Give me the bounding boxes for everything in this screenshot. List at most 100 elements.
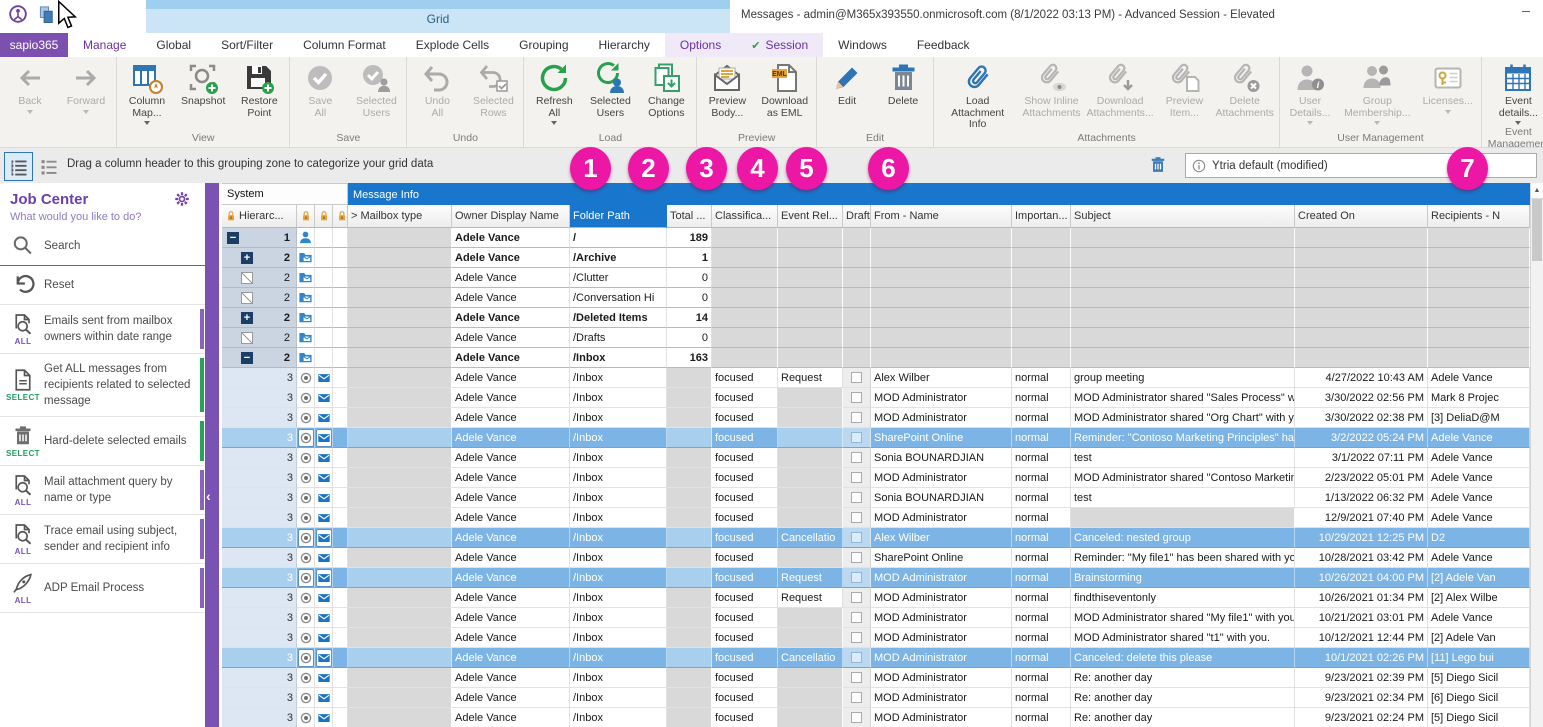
column-header-hier[interactable]: Hierarc... bbox=[222, 205, 297, 228]
message-row[interactable]: 3Adele Vance/InboxfocusedSonia BOUNARDJI… bbox=[222, 488, 1530, 508]
app-logo-icon[interactable] bbox=[8, 4, 28, 31]
column-header-icon1[interactable] bbox=[297, 205, 315, 228]
expand-icon[interactable]: + bbox=[241, 252, 253, 264]
delete-button[interactable]: Delete bbox=[875, 57, 931, 108]
column-header-event[interactable]: Event Rel... bbox=[778, 205, 843, 228]
message-row-selected[interactable]: 3Adele Vance/InboxfocusedCancellatioMOD … bbox=[222, 648, 1530, 668]
draft-checkbox[interactable] bbox=[851, 492, 862, 503]
grouping-view-toggle-tree[interactable] bbox=[4, 152, 33, 181]
tab-global[interactable]: Global bbox=[141, 33, 206, 57]
tab-sapio365[interactable]: sapio365 bbox=[0, 33, 68, 57]
sidebar-item-reset[interactable]: Reset bbox=[0, 266, 205, 305]
sidebar-item-search[interactable]: Search bbox=[0, 227, 205, 266]
sidebar-item-adp-email-process[interactable]: ALLADP Email Process bbox=[0, 564, 205, 613]
copy-icon[interactable] bbox=[36, 4, 56, 31]
message-row[interactable]: 3Adele Vance/InboxfocusedMOD Administrat… bbox=[222, 688, 1530, 708]
message-row-selected[interactable]: 3Adele Vance/InboxfocusedCancellatioAlex… bbox=[222, 528, 1530, 548]
tab-sort-filter[interactable]: Sort/Filter bbox=[206, 33, 288, 57]
column-header-class[interactable]: Classifica... bbox=[712, 205, 778, 228]
grouping-view-toggle-list[interactable] bbox=[34, 152, 63, 181]
draft-checkbox[interactable] bbox=[851, 392, 862, 403]
tab-options[interactable]: Options bbox=[665, 33, 736, 57]
message-row[interactable]: 3Adele Vance/InboxfocusedRequestMOD Admi… bbox=[222, 588, 1530, 608]
draft-checkbox[interactable] bbox=[851, 552, 862, 563]
draft-checkbox[interactable] bbox=[851, 592, 862, 603]
preview-body--button[interactable]: Preview Body... bbox=[699, 57, 755, 119]
message-row[interactable]: 3Adele Vance/InboxfocusedMOD Administrat… bbox=[222, 608, 1530, 628]
delete-view-icon[interactable] bbox=[1148, 155, 1170, 177]
draft-checkbox[interactable] bbox=[851, 712, 862, 723]
draft-checkbox[interactable] bbox=[851, 432, 862, 443]
draft-checkbox[interactable] bbox=[851, 672, 862, 683]
sidebar-item-get-all-messages-from-recipients-related[interactable]: SELECTGet ALL messages from recipients r… bbox=[0, 354, 205, 417]
column-header-draft[interactable]: Draft bbox=[843, 205, 871, 228]
tab-windows[interactable]: Windows bbox=[823, 33, 902, 57]
column-header-created[interactable]: Created On bbox=[1295, 205, 1428, 228]
load-attachment-info-button[interactable]: Load Attachment Info bbox=[936, 57, 1019, 131]
tab-manage[interactable]: Manage bbox=[68, 33, 141, 57]
sidebar-collapse-bar[interactable]: ‹ bbox=[205, 183, 219, 727]
draft-checkbox[interactable] bbox=[851, 692, 862, 703]
message-row[interactable]: 3Adele Vance/InboxfocusedRequestAlex Wil… bbox=[222, 368, 1530, 388]
hierarchy-row--Clutter[interactable]: 2Adele Vance/Clutter0 bbox=[222, 268, 1530, 288]
hierarchy-row--Conversation-Hi[interactable]: 2Adele Vance/Conversation Hi0 bbox=[222, 288, 1530, 308]
column-header-folder[interactable]: Folder Path bbox=[570, 205, 667, 228]
column-header-subject[interactable]: Subject bbox=[1071, 205, 1295, 228]
tab-feedback[interactable]: Feedback bbox=[902, 33, 985, 57]
message-row-selected[interactable]: 3Adele Vance/InboxfocusedRequestMOD Admi… bbox=[222, 568, 1530, 588]
column-header-icon2[interactable] bbox=[315, 205, 333, 228]
edit-button[interactable]: Edit bbox=[819, 57, 875, 108]
scrollbar-thumb[interactable] bbox=[1532, 199, 1542, 261]
sidebar-item-mail-attachment-query-by-name-or-type[interactable]: ALLMail attachment query by name or type bbox=[0, 466, 205, 515]
scroll-up-button[interactable]: ▲ bbox=[1531, 183, 1543, 199]
draft-checkbox[interactable] bbox=[851, 452, 862, 463]
message-row[interactable]: 3Adele Vance/InboxfocusedMOD Administrat… bbox=[222, 468, 1530, 488]
hierarchy-row--Deleted-Items[interactable]: +2Adele Vance/Deleted Items14 bbox=[222, 308, 1530, 328]
column-header-icon3[interactable] bbox=[333, 205, 348, 228]
column-header-owner[interactable]: Owner Display Name bbox=[452, 205, 570, 228]
sidebar-item-hard-delete-selected-emails[interactable]: SELECTHard-delete selected emails bbox=[0, 417, 205, 466]
draft-checkbox[interactable] bbox=[851, 512, 862, 523]
column-header-from[interactable]: From - Name bbox=[871, 205, 1012, 228]
column-header-mailbox[interactable]: > Mailbox type bbox=[348, 205, 452, 228]
draft-checkbox[interactable] bbox=[851, 472, 862, 483]
draft-checkbox[interactable] bbox=[851, 612, 862, 623]
message-row[interactable]: 3Adele Vance/InboxfocusedSonia BOUNARDJI… bbox=[222, 448, 1530, 468]
draft-checkbox[interactable] bbox=[851, 652, 862, 663]
message-row[interactable]: 3Adele Vance/InboxfocusedMOD Administrat… bbox=[222, 388, 1530, 408]
collapse-icon[interactable]: − bbox=[227, 232, 239, 244]
collapse-icon[interactable]: − bbox=[241, 352, 253, 364]
draft-checkbox[interactable] bbox=[851, 572, 862, 583]
column-header-recipients[interactable]: Recipients - N bbox=[1428, 205, 1530, 228]
tab-explode-cells[interactable]: Explode Cells bbox=[401, 33, 504, 57]
vertical-scrollbar[interactable]: ▲ bbox=[1530, 183, 1543, 727]
message-row-selected[interactable]: 3Adele Vance/InboxfocusedSharePoint Onli… bbox=[222, 428, 1530, 448]
tab-hierarchy[interactable]: Hierarchy bbox=[584, 33, 665, 57]
hierarchy-row--Archive[interactable]: +2Adele Vance/Archive1 bbox=[222, 248, 1530, 268]
restore-point-button[interactable]: Restore Point bbox=[231, 57, 287, 119]
expand-icon[interactable]: + bbox=[241, 312, 253, 324]
message-row[interactable]: 3Adele Vance/InboxfocusedMOD Administrat… bbox=[222, 668, 1530, 688]
hierarchy-row--Drafts[interactable]: 2Adele Vance/Drafts0 bbox=[222, 328, 1530, 348]
snapshot-button[interactable]: Snapshot bbox=[175, 57, 231, 108]
draft-checkbox[interactable] bbox=[851, 532, 862, 543]
column-map--button[interactable]: Column Map... bbox=[119, 57, 175, 125]
message-row[interactable]: 3Adele Vance/InboxfocusedMOD Administrat… bbox=[222, 628, 1530, 648]
draft-checkbox[interactable] bbox=[851, 412, 862, 423]
tab-session[interactable]: ✔Session bbox=[736, 33, 823, 57]
message-row[interactable]: 3Adele Vance/InboxfocusedMOD Administrat… bbox=[222, 708, 1530, 727]
draft-checkbox[interactable] bbox=[851, 372, 862, 383]
draft-checkbox[interactable] bbox=[851, 632, 862, 643]
message-row[interactable]: 3Adele Vance/InboxfocusedMOD Administrat… bbox=[222, 508, 1530, 528]
message-row[interactable]: 3Adele Vance/InboxfocusedMOD Administrat… bbox=[222, 408, 1530, 428]
selected-users-button[interactable]: Selected Users bbox=[582, 57, 638, 119]
gear-icon[interactable] bbox=[173, 190, 191, 208]
refresh-all-button[interactable]: Refresh All bbox=[526, 57, 582, 125]
grid-window-badge[interactable]: Grid bbox=[146, 0, 730, 33]
sidebar-item-emails-sent-from-mailbox-owners-within-d[interactable]: ALLEmails sent from mailbox owners withi… bbox=[0, 305, 205, 354]
change-options-button[interactable]: Change Options bbox=[638, 57, 694, 119]
tab-column-format[interactable]: Column Format bbox=[288, 33, 401, 57]
column-header-imp[interactable]: Importan... bbox=[1012, 205, 1071, 228]
sidebar-item-trace-email-using-subject-sender-and-rec[interactable]: ALLTrace email using subject, sender and… bbox=[0, 515, 205, 564]
minimize-button[interactable]: – bbox=[1514, 2, 1538, 22]
